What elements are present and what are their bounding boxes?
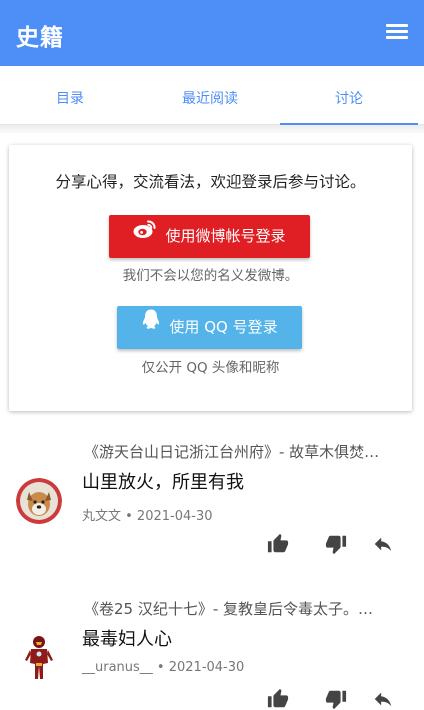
thumb-up-icon[interactable] xyxy=(267,533,289,555)
menu-icon[interactable] xyxy=(386,22,408,40)
qq-note: 仅公开 QQ 头像和昵称 xyxy=(141,360,280,376)
comment-meta: __uranus__ • 2021-04-30 xyxy=(82,660,245,675)
reply-icon[interactable] xyxy=(372,533,394,555)
qq-icon xyxy=(141,304,161,347)
login-intro-text: 分享心得，交流看法，欢迎登录后参与讨论。 xyxy=(55,173,366,191)
thumb-up-icon[interactable] xyxy=(267,688,289,710)
thumb-down-icon[interactable] xyxy=(325,533,347,555)
comment-source[interactable]: 《游天台山日记浙江台州府》- 故草木俱焚… xyxy=(84,441,406,462)
weibo-icon xyxy=(133,213,157,256)
comment-meta: 丸文文 • 2021-04-30 xyxy=(82,509,213,524)
thumb-down-icon[interactable] xyxy=(325,688,347,710)
qq-login-button[interactable]: 使用 QQ 号登录 xyxy=(117,306,302,349)
app-title: 史籍 xyxy=(16,25,64,51)
qq-login-label: 使用 QQ 号登录 xyxy=(169,318,278,336)
avatar[interactable] xyxy=(16,633,62,681)
login-card: 分享心得，交流看法，欢迎登录后参与讨论。 使用微博帐号登录 我们不会以您的名义发… xyxy=(9,145,412,411)
comment-source[interactable]: 《卷25 汉纪十七》- 复教皇后令毒太子。… xyxy=(84,598,406,619)
app-bar: 史籍 xyxy=(0,0,424,66)
weibo-note: 我们不会以您的名义发微博。 xyxy=(122,268,299,284)
tab-bar-shadow xyxy=(0,125,424,133)
tab-discussion[interactable]: 讨论 xyxy=(280,66,418,126)
tab-contents[interactable]: 目录 xyxy=(0,66,140,125)
reply-icon[interactable] xyxy=(372,688,394,710)
weibo-login-label: 使用微博帐号登录 xyxy=(165,227,286,245)
tab-bar: 目录 最近阅读 讨论 xyxy=(0,66,424,126)
weibo-login-button[interactable]: 使用微博帐号登录 xyxy=(109,215,310,258)
tab-recent-reading[interactable]: 最近阅读 xyxy=(140,66,280,125)
comment-text: 最毒妇人心 xyxy=(82,629,172,650)
comment-text: 山里放火，所里有我 xyxy=(82,472,244,493)
avatar[interactable] xyxy=(16,478,62,524)
